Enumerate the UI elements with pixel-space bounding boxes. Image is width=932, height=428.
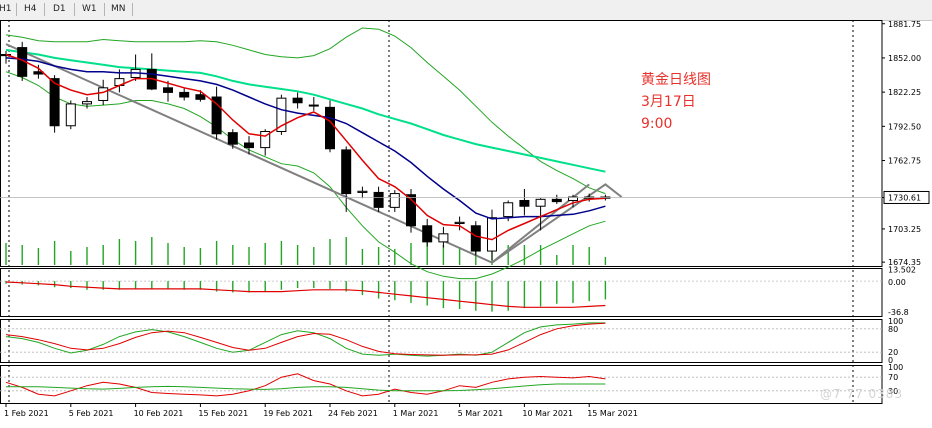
timeframe-d1-button[interactable]: D1 [51,2,68,17]
bearish-candle [292,97,303,104]
oscillator-axis-label: 100 [888,363,903,372]
bearish-candle [49,78,60,127]
bearish-candle [341,149,352,195]
current-price-label: 1730.61 [888,193,921,202]
date-axis-label: 24 Feb 2021 [328,409,378,418]
bearish-candle [519,199,530,207]
timeframe-w1-button[interactable]: W1 [80,2,99,17]
bearish-candle [227,132,238,145]
bollinger-upper-line [5,27,606,195]
bullish-candle [308,104,319,107]
date-axis-label: 1 Mar 2021 [393,409,439,418]
toolbar-separator [16,3,17,16]
date-axis-label: 5 Mar 2021 [458,409,504,418]
timeframe-h1-button[interactable]: H1 [0,2,14,17]
fast-ma-line [5,53,606,241]
bullish-candle [65,103,76,127]
price-chart[interactable]: 1881.75 1852.00 1822.25 1792.50 1762.75 1730.… [0,20,932,428]
bullish-candle [503,202,514,218]
macd-axis-label: 0.00 [888,278,906,287]
chart-annotation-title: 黄金日线图 [641,72,711,88]
bearish-candle [325,106,335,150]
timeframe-h4-button[interactable]: H4 [22,2,39,17]
timeframe-toolbar: H1 H4 D1 W1 MN [0,0,932,21]
pane-border [0,20,883,267]
bearish-candle [422,225,433,243]
macd-axis-label: -36.8 [888,308,909,317]
bearish-candle [211,96,222,135]
toolbar-separator [132,3,133,16]
bullish-candle [98,87,109,101]
bearish-candle [244,142,254,149]
oscillator-main-line [5,373,606,397]
bearish-candle [163,87,173,93]
watermark: @7 77 0383 [820,387,904,401]
chart-annotation-time: 9:00 [641,116,673,132]
chart-annotation-date: 3月17日 [641,94,696,110]
trendline [5,43,623,264]
bearish-candle [470,225,481,252]
bullish-candle [487,217,497,252]
timeframe-mn-button[interactable]: MN [109,2,128,17]
macd-signal-line [5,281,606,308]
price-axis-label: 1822.25 [888,88,921,97]
stochastic-axis-label: 80 [888,325,898,334]
price-axis-label: 1703.25 [888,225,921,234]
price-axis-label: 1792.50 [888,122,921,131]
date-axis-label: 5 Feb 2021 [69,409,114,418]
bullish-candle [389,193,400,208]
pane-border [0,365,883,404]
date-axis-label: 19 Feb 2021 [263,409,313,418]
oscillator-signal-line [6,383,606,392]
bullish-candle [454,221,465,224]
date-axis-label: 1 Feb 2021 [4,409,49,418]
bearish-candle [195,94,206,100]
date-axis-label: 15 Mar 2021 [587,409,638,418]
macd-axis-label: 13.502 [888,265,916,274]
date-axis-label: 10 Feb 2021 [134,409,184,418]
price-axis-label: 1881.75 [888,20,921,29]
price-axis-label: 1852.00 [888,54,921,63]
bearish-candle [179,91,190,98]
mid-ma-line [5,57,606,220]
bullish-candle [438,233,449,243]
bullish-candle [357,190,368,193]
toolbar-separator [74,3,75,16]
bearish-candle [373,191,384,208]
stochastic-signal-line [5,322,606,356]
slow-ma-line [5,48,606,173]
pane-border [0,319,883,363]
bearish-candle [551,198,562,203]
toolbar-separator [44,3,45,16]
date-axis-label: 15 Feb 2021 [198,409,248,418]
oscillator-axis-label: 70 [888,373,898,382]
bullish-candle [535,198,546,207]
toolbar-separator [104,3,105,16]
price-axis-label: 1762.75 [888,157,921,166]
bullish-candle [82,101,92,105]
stochastic-main-line [5,322,606,357]
date-axis-label: 10 Mar 2021 [522,409,573,418]
